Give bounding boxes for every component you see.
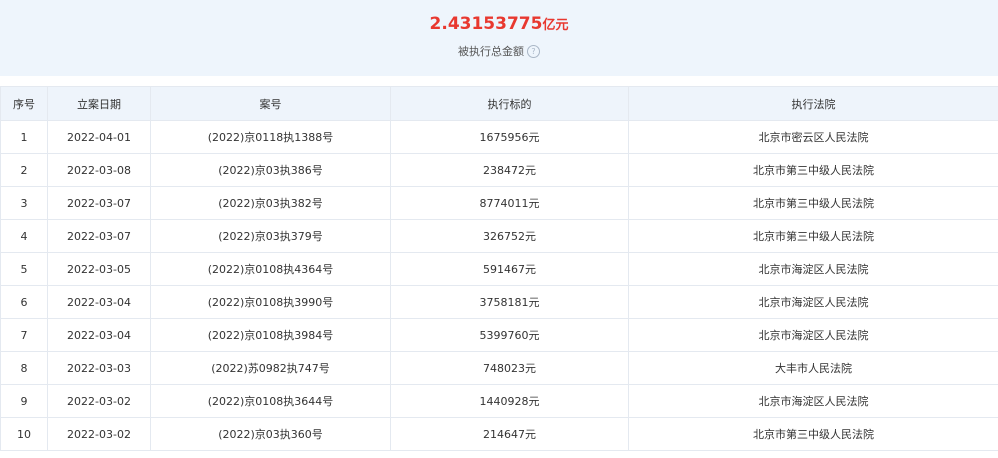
cell-index: 7 [0,318,48,352]
cell-index: 10 [0,417,48,451]
cell-date: 2022-04-01 [47,120,151,154]
table-header-row: 序号 立案日期 案号 执行标的 执行法院 [0,86,998,121]
header-case-no: 案号 [150,86,391,121]
cell-court: 北京市海淀区人民法院 [628,252,998,286]
cell-court: 北京市海淀区人民法院 [628,384,998,418]
cell-case-no: (2022)京0108执3644号 [150,384,391,418]
help-icon[interactable]: ? [527,44,540,58]
cell-date: 2022-03-08 [47,153,151,187]
cell-date: 2022-03-07 [47,219,151,253]
cell-case-no: (2022)京03执386号 [150,153,391,187]
cell-date: 2022-03-05 [47,252,151,286]
cell-target: 5399760元 [390,318,629,352]
cell-court: 北京市第三中级人民法院 [628,186,998,220]
total-amount-caption: 被执行总金额? [0,43,998,59]
table-row: 2 2022-03-08 (2022)京03执386号 238472元 北京市第… [0,153,998,187]
cell-target: 214647元 [390,417,629,451]
cell-date: 2022-03-07 [47,186,151,220]
cell-date: 2022-03-02 [47,384,151,418]
cell-court: 大丰市人民法院 [628,351,998,385]
cell-target: 1440928元 [390,384,629,418]
cell-court: 北京市第三中级人民法院 [628,153,998,187]
cell-index: 9 [0,384,48,418]
cell-index: 5 [0,252,48,286]
header-date: 立案日期 [47,86,151,121]
cell-case-no: (2022)京0108执4364号 [150,252,391,286]
cell-date: 2022-03-03 [47,351,151,385]
cell-case-no: (2022)京03执360号 [150,417,391,451]
cell-index: 3 [0,186,48,220]
cell-index: 8 [0,351,48,385]
header-index: 序号 [0,86,48,121]
cell-index: 1 [0,120,48,154]
total-amount-label: 被执行总金额 [458,45,524,58]
table-row: 9 2022-03-02 (2022)京0108执3644号 1440928元 … [0,384,998,418]
table-row: 5 2022-03-05 (2022)京0108执4364号 591467元 北… [0,252,998,286]
table-row: 8 2022-03-03 (2022)苏0982执747号 748023元 大丰… [0,351,998,385]
cell-date: 2022-03-04 [47,318,151,352]
cell-case-no: (2022)京03执382号 [150,186,391,220]
total-amount: 2.43153775亿元 [0,14,998,34]
table-row: 7 2022-03-04 (2022)京0108执3984号 5399760元 … [0,318,998,352]
total-amount-value: 2.43153775 [429,14,543,34]
cell-court: 北京市海淀区人民法院 [628,318,998,352]
cell-court: 北京市第三中级人民法院 [628,219,998,253]
cell-target: 8774011元 [390,186,629,220]
table-row: 4 2022-03-07 (2022)京03执379号 326752元 北京市第… [0,219,998,253]
cell-target: 1675956元 [390,120,629,154]
cell-target: 238472元 [390,153,629,187]
cell-court: 北京市海淀区人民法院 [628,285,998,319]
cell-date: 2022-03-04 [47,285,151,319]
cell-index: 4 [0,219,48,253]
enforcement-table-container: 序号 立案日期 案号 执行标的 执行法院 1 2022-04-01 (2022)… [0,86,998,451]
table-row: 1 2022-04-01 (2022)京0118执1388号 1675956元 … [0,120,998,154]
cell-date: 2022-03-02 [47,417,151,451]
cell-case-no: (2022)苏0982执747号 [150,351,391,385]
header-target: 执行标的 [390,86,629,121]
cell-target: 591467元 [390,252,629,286]
cell-case-no: (2022)京0108执3990号 [150,285,391,319]
cell-index: 6 [0,285,48,319]
cell-case-no: (2022)京0118执1388号 [150,120,391,154]
cell-target: 748023元 [390,351,629,385]
cell-index: 2 [0,153,48,187]
table-row: 3 2022-03-07 (2022)京03执382号 8774011元 北京市… [0,186,998,220]
cell-case-no: (2022)京03执379号 [150,219,391,253]
cell-target: 326752元 [390,219,629,253]
cell-court: 北京市第三中级人民法院 [628,417,998,451]
total-amount-unit: 亿元 [542,18,569,33]
summary-panel: 2.43153775亿元 被执行总金额? [0,0,998,76]
header-court: 执行法院 [628,86,998,121]
cell-case-no: (2022)京0108执3984号 [150,318,391,352]
cell-target: 3758181元 [390,285,629,319]
cell-court: 北京市密云区人民法院 [628,120,998,154]
table-row: 6 2022-03-04 (2022)京0108执3990号 3758181元 … [0,285,998,319]
table-row: 10 2022-03-02 (2022)京03执360号 214647元 北京市… [0,417,998,451]
enforcement-table: 序号 立案日期 案号 执行标的 执行法院 1 2022-04-01 (2022)… [0,86,998,451]
